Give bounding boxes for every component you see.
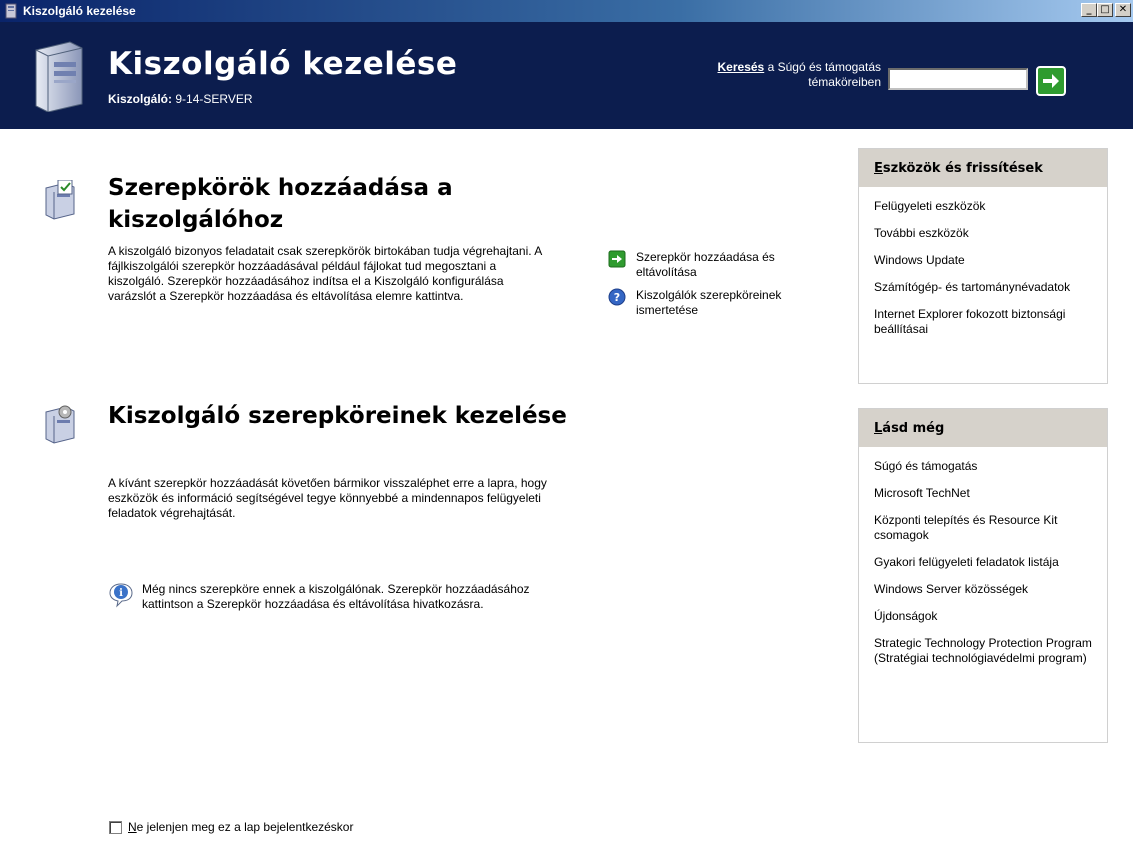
see-also-link-deployment[interactable]: Központi telepítés és Resource Kit csoma… xyxy=(874,513,1099,543)
search-label-rest: a Súgó és támogatás xyxy=(767,60,881,74)
dont-show-label-rest: e jelenjen meg ez a lap bejelentkezéskor xyxy=(136,820,354,834)
manage-roles-title: Kiszolgáló szerepköreinek kezelése xyxy=(108,403,567,429)
tools-heading-accel: E xyxy=(874,160,883,176)
see-also-link-whats-new[interactable]: Újdonságok xyxy=(874,609,1099,624)
tools-updates-heading: Eszközök és frissítések xyxy=(859,149,1107,187)
server-tower-icon xyxy=(35,41,83,112)
server-name-line: Kiszolgáló: 9-14-SERVER xyxy=(108,92,253,106)
read-about-roles-label[interactable]: Kiszolgálók szerepköreinek ismertetése xyxy=(636,288,838,318)
see-also-link-stpp[interactable]: Strategic Technology Protection Program … xyxy=(874,636,1099,666)
add-remove-role-link[interactable]: Szerepkör hozzáadása és eltávolítása xyxy=(608,250,838,280)
arrow-right-icon xyxy=(1043,74,1059,88)
add-roles-description: A kiszolgáló bizonyos feladatait csak sz… xyxy=(108,244,542,303)
see-also-heading-accel: L xyxy=(874,420,883,436)
green-arrow-icon xyxy=(608,250,626,268)
manage-roles-description: A kívánt szerepkör hozzáadását követően … xyxy=(108,476,547,520)
maximize-button[interactable]: □ xyxy=(1097,3,1113,17)
manage-server-icon xyxy=(45,405,75,444)
server-name: 9-14-SERVER xyxy=(175,92,253,106)
dont-show-checkbox[interactable] xyxy=(109,820,122,834)
server-roles-icon xyxy=(45,180,75,220)
server-icon xyxy=(5,3,17,19)
role-actions: Szerepkör hozzáadása és eltávolítása ? K… xyxy=(608,250,838,326)
dont-show-option[interactable]: Ne jelenjen meg ez a lap bejelentkezésko… xyxy=(109,820,353,834)
see-also-panel: Lásd még Súgó és támogatás Microsoft Tec… xyxy=(858,408,1108,743)
tools-link-ie-security[interactable]: Internet Explorer fokozott biztonsági be… xyxy=(874,307,1099,337)
svg-text:i: i xyxy=(119,588,123,599)
server-label: Kiszolgáló: xyxy=(108,92,173,106)
info-icon: i xyxy=(109,583,133,608)
search-label-line2: témaköreiben xyxy=(808,75,881,89)
tools-link-more-tools[interactable]: További eszközök xyxy=(874,226,1099,241)
minimize-button[interactable]: _ xyxy=(1081,3,1097,17)
dont-show-accel: N xyxy=(128,820,137,834)
info-text: Még nincs szerepköre ennek a kiszolgálón… xyxy=(142,582,530,611)
page-title: Kiszolgáló kezelése xyxy=(108,46,458,82)
dont-show-label[interactable]: Ne jelenjen meg ez a lap bejelentkezésko… xyxy=(128,820,353,834)
see-also-heading: Lásd még xyxy=(859,409,1107,447)
tools-updates-panel: Eszközök és frissítések Felügyeleti eszk… xyxy=(858,148,1108,384)
see-also-link-communities[interactable]: Windows Server közösségek xyxy=(874,582,1099,597)
tools-link-computer-domain[interactable]: Számítógép- és tartománynévadatok xyxy=(874,280,1099,295)
title-bar: Kiszolgáló kezelése _ □ ✕ xyxy=(0,0,1133,22)
see-also-link-admin-tasks[interactable]: Gyakori felügyeleti feladatok listája xyxy=(874,555,1099,570)
tools-link-windows-update[interactable]: Windows Update xyxy=(874,253,1099,268)
read-about-roles-link[interactable]: ? Kiszolgálók szerepköreinek ismertetése xyxy=(608,288,838,318)
help-icon: ? xyxy=(608,288,626,306)
search-label-strong: Keresés xyxy=(717,60,765,74)
svg-text:?: ? xyxy=(614,291,620,304)
search-input[interactable] xyxy=(888,68,1028,90)
close-button[interactable]: ✕ xyxy=(1115,3,1131,17)
see-also-link-help[interactable]: Súgó és támogatás xyxy=(874,459,1099,474)
search-label: Keresés a Súgó és támogatás témaköreiben xyxy=(631,60,881,90)
window-title: Kiszolgáló kezelése xyxy=(23,4,136,18)
info-message: i Még nincs szerepköre ennek a kiszolgál… xyxy=(108,582,548,612)
see-also-link-technet[interactable]: Microsoft TechNet xyxy=(874,486,1099,501)
add-remove-role-label[interactable]: Szerepkör hozzáadása és eltávolítása xyxy=(636,250,838,280)
header-banner: Kiszolgáló kezelése Kiszolgáló: 9-14-SER… xyxy=(0,22,1133,129)
tools-heading-rest: szközök és frissítések xyxy=(882,160,1043,176)
search-go-button[interactable] xyxy=(1036,66,1066,96)
tools-link-admin-tools[interactable]: Felügyeleti eszközök xyxy=(874,199,1099,214)
see-also-heading-rest: ásd még xyxy=(882,420,945,436)
add-roles-title: Szerepkörök hozzáadása a kiszolgálóhoz xyxy=(108,175,453,233)
